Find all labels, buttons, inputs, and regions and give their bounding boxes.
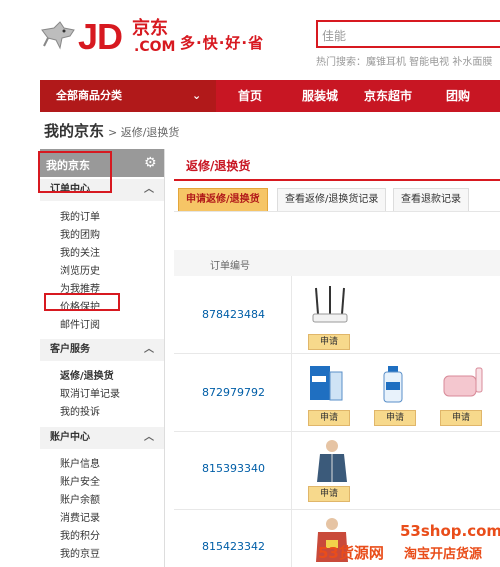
main-title-bar: 返修/退换货: [174, 149, 500, 181]
sidebar-item-complaints[interactable]: 我的投诉: [60, 403, 100, 418]
section-title: 客户服务: [50, 344, 90, 355]
section-title: 账户中心: [50, 432, 90, 443]
apply-button[interactable]: 申请: [308, 486, 350, 502]
sidebar-item-balance[interactable]: 账户余额: [60, 491, 100, 506]
lens-solution-bottle-image[interactable]: [378, 362, 408, 406]
order-id-link[interactable]: 878423484: [202, 308, 265, 321]
hot-search-line[interactable]: 热门搜索：魔锥耳机 智能电视 补水面膜: [316, 53, 492, 68]
section-customer-service[interactable]: 客户服务 ︿: [40, 339, 164, 361]
sidebar-item-my-groupbuy[interactable]: 我的团购: [60, 226, 100, 241]
search-input[interactable]: 佳能: [316, 20, 500, 48]
sidebar-item-history[interactable]: 浏览历史: [60, 262, 100, 277]
apply-button[interactable]: 申请: [308, 410, 350, 426]
order-id-link[interactable]: 872979792: [202, 386, 265, 399]
chevron-up-icon: ︿: [144, 344, 154, 355]
tab-return-records[interactable]: 查看返修/退换货记录: [277, 188, 387, 212]
page-title: 返修/退换货: [186, 159, 251, 173]
gear-icon[interactable]: ⚙: [144, 155, 157, 171]
logo-cn: 京东: [132, 18, 168, 39]
apply-button[interactable]: 申请: [440, 410, 482, 426]
main-nav: 全部商品分类 ⌄ 首页 服装城 京东超市 团购: [40, 80, 500, 112]
tab-apply-return[interactable]: 申请返修/退换货: [178, 188, 268, 212]
nav-item-groupbuy[interactable]: 团购: [446, 80, 470, 112]
lens-case-pink-image[interactable]: [442, 364, 486, 404]
chevron-up-icon: ︿: [144, 184, 154, 195]
column-divider: [291, 432, 292, 509]
sidebar-item-returns[interactable]: 返修/退换货: [60, 367, 114, 382]
section-account-center[interactable]: 账户中心 ︿: [40, 427, 164, 449]
jd-dog-logo-icon[interactable]: [40, 18, 76, 54]
watermark-url: 53shop.com: [400, 522, 500, 540]
table-row: 872979792 申请 申请 申请: [174, 354, 500, 432]
sidebar: 我的京东 ⚙ 订单中心 ︿ 我的订单 我的团购 我的关注 浏览历史 为我推荐 价…: [40, 149, 165, 567]
slogan: 多·快·好·省: [180, 34, 265, 52]
mens-jacket-image[interactable]: [314, 438, 350, 484]
watermark-tagline: 淘宝开店货源: [404, 547, 483, 562]
sidebar-item-my-follows[interactable]: 我的关注: [60, 244, 100, 259]
watermark-brand: 53货源网: [318, 544, 384, 562]
table-row: 815393340 申请: [174, 432, 500, 510]
lens-solution-box-image[interactable]: [308, 362, 350, 406]
logo-text[interactable]: JD: [78, 19, 123, 55]
column-header-order-id: 订单编号: [210, 261, 250, 272]
tab-refund-records[interactable]: 查看退款记录: [393, 188, 469, 212]
breadcrumb-main[interactable]: 我的京东: [44, 120, 104, 141]
table-row: 878423484 申请: [174, 276, 500, 354]
logo-com: .COM: [134, 39, 176, 55]
table-header: 订单编号: [174, 250, 500, 276]
annotation-box-price-protect: [44, 293, 120, 311]
sidebar-item-points[interactable]: 我的积分: [60, 527, 100, 542]
tabs-divider: [174, 211, 500, 212]
sidebar-item-cancel-records[interactable]: 取消订单记录: [60, 385, 120, 400]
apply-button[interactable]: 申请: [308, 334, 350, 350]
sidebar-item-account-info[interactable]: 账户信息: [60, 455, 100, 470]
chevron-up-icon: ︿: [144, 432, 154, 443]
nav-item-home[interactable]: 首页: [238, 80, 262, 112]
column-divider: [291, 276, 292, 353]
sidebar-item-jingdou[interactable]: 我的京豆: [60, 545, 100, 560]
sidebar-item-spending[interactable]: 消费记录: [60, 509, 100, 524]
search-placeholder: 佳能: [322, 29, 347, 43]
all-categories-menu[interactable]: 全部商品分类 ⌄: [40, 80, 216, 112]
all-categories-label: 全部商品分类: [56, 89, 122, 102]
router-product-image[interactable]: [310, 284, 350, 330]
sidebar-item-email-sub[interactable]: 邮件订阅: [60, 316, 100, 331]
nav-item-supermarket[interactable]: 京东超市: [364, 80, 412, 112]
annotation-box-my-jd: [38, 151, 112, 193]
apply-button[interactable]: 申请: [374, 410, 416, 426]
breadcrumb-sub: > 返修/退换货: [108, 126, 180, 139]
order-id-link[interactable]: 815393340: [202, 462, 265, 475]
sidebar-item-account-security[interactable]: 账户安全: [60, 473, 100, 488]
column-divider: [291, 354, 292, 431]
column-divider: [291, 510, 292, 567]
order-id-link[interactable]: 815423342: [202, 540, 265, 553]
nav-item-clothing[interactable]: 服装城: [302, 80, 338, 112]
chevron-down-icon: ⌄: [192, 89, 202, 102]
sidebar-item-my-orders[interactable]: 我的订单: [60, 208, 100, 223]
